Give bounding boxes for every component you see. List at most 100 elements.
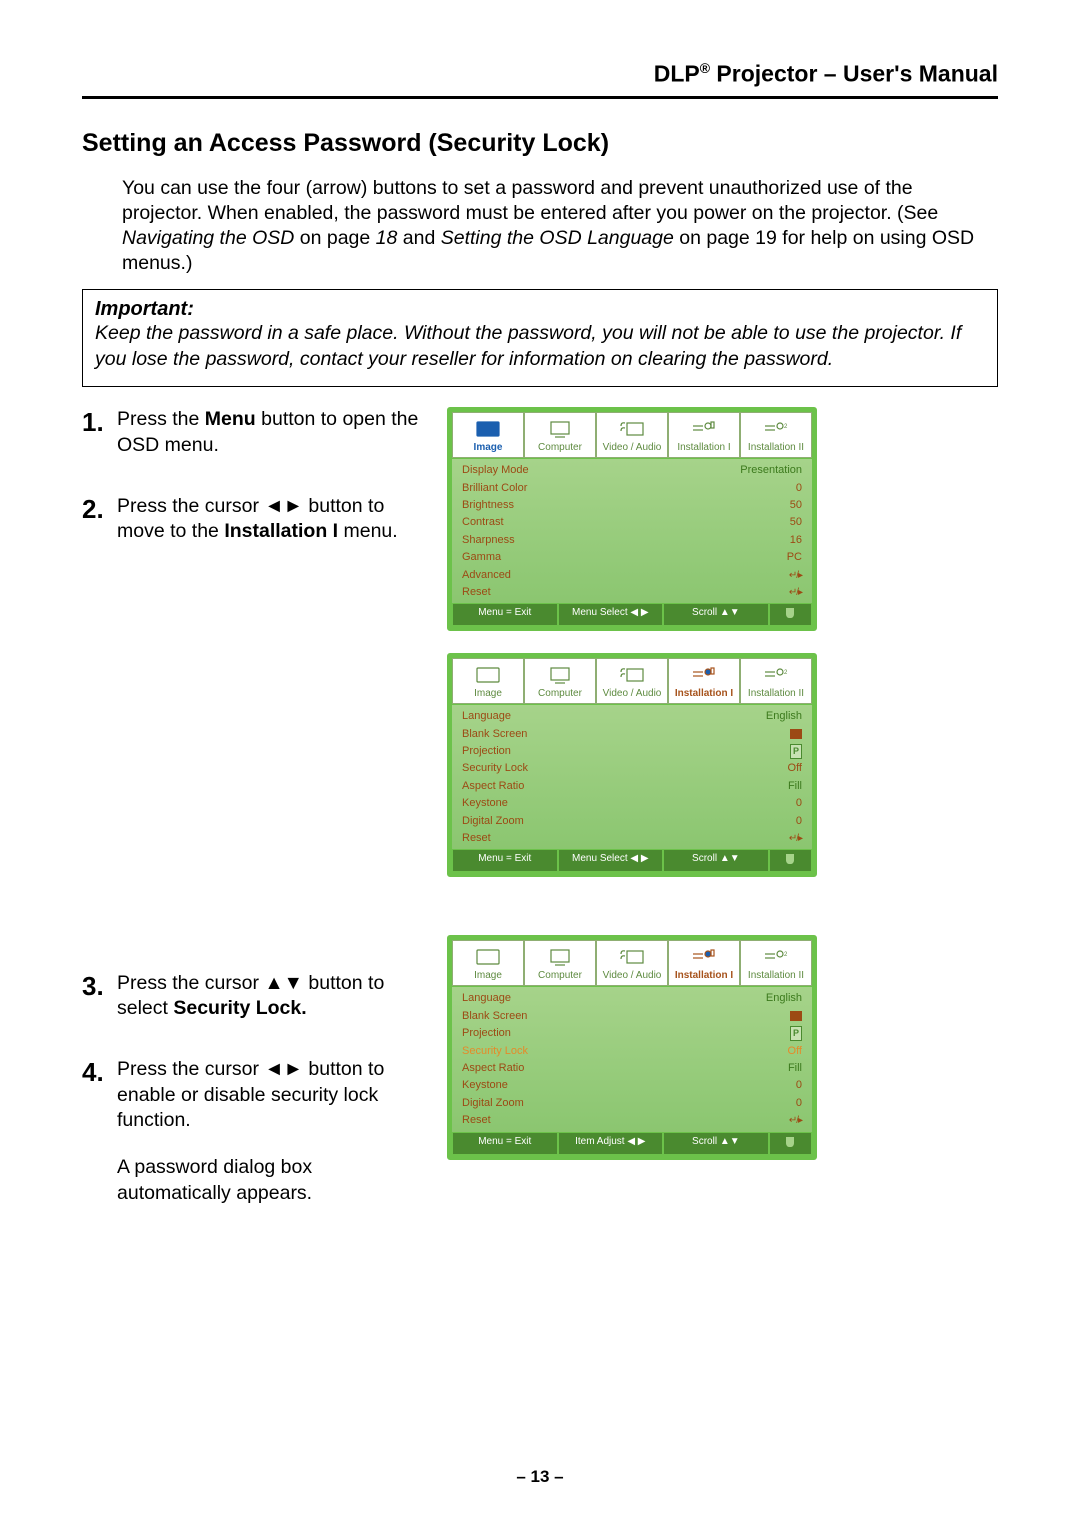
osd-row: LanguageEnglish bbox=[452, 708, 812, 725]
enter-icon: ↵/▸ bbox=[789, 570, 802, 581]
computer-icon bbox=[525, 945, 595, 969]
steps-column: 1 Press the Menu button to open the OSD … bbox=[82, 407, 427, 1226]
video-audio-icon bbox=[597, 945, 667, 969]
osd-row-label: Language bbox=[462, 991, 511, 1006]
osd-row-label: Sharpness bbox=[462, 533, 515, 548]
osd-tab-video-audio: Video / Audio bbox=[596, 940, 668, 986]
osd-row-value: ↵/▸ bbox=[789, 1113, 802, 1128]
osd-row-label: Aspect Ratio bbox=[462, 1061, 524, 1076]
osd-tab-label: Computer bbox=[525, 969, 595, 983]
step-text-b: Menu bbox=[205, 408, 256, 430]
blank-color-swatch bbox=[790, 1011, 802, 1021]
install1-icon bbox=[669, 945, 739, 969]
page-number: – 13 – bbox=[0, 1467, 1080, 1487]
osd-tab-installation-1: Installation I bbox=[668, 412, 740, 458]
step-text-b: Security Lock bbox=[173, 997, 306, 1019]
osd-footer-help bbox=[769, 603, 812, 626]
projection-mode-icon: P bbox=[790, 744, 802, 759]
osd-row: Gamma PC bbox=[452, 549, 812, 566]
osd-body: LanguageEnglishBlank ScreenProjectionPSe… bbox=[452, 705, 812, 849]
install2-icon: 2 bbox=[741, 417, 811, 441]
osd-row: Contrast50 bbox=[452, 514, 812, 531]
osd-tab-label: Computer bbox=[525, 687, 595, 701]
enter-icon: ↵/▸ bbox=[789, 1115, 802, 1126]
osd-tab-label: Video / Audio bbox=[597, 687, 667, 701]
step-text: Press the cursor ◄► button to enable or … bbox=[117, 1057, 427, 1206]
osd-row: Reset↵/▸ bbox=[452, 830, 812, 847]
osd-row: Display ModePresentation bbox=[452, 462, 812, 479]
osd-row-value: P bbox=[790, 1026, 802, 1041]
step-number: 4 bbox=[82, 1057, 117, 1206]
osd-body: Display ModePresentation Brilliant Color 0… bbox=[452, 459, 812, 603]
step-text-a: Press the cursor ◄► button to enable or … bbox=[117, 1058, 384, 1131]
page-header: DLP® Projector – User's Manual bbox=[82, 60, 998, 99]
osd-tab-label: Installation I bbox=[669, 969, 739, 983]
osd-footer: Menu = Exit Item Adjust ◀ ▶ Scroll ▲▼ bbox=[452, 1132, 812, 1155]
osd-row-label: Projection bbox=[462, 1026, 511, 1041]
osd-row-value: Presentation bbox=[740, 463, 802, 478]
osd-tab-image: Image bbox=[452, 658, 524, 704]
osd-row-value: 0 bbox=[796, 481, 802, 496]
intro-part1: You can use the four (arrow) buttons to … bbox=[122, 177, 938, 224]
step-text: Press the cursor ▲▼ button to select Sec… bbox=[117, 971, 427, 1022]
osd-screenshot-image-menu: Image Computer Video / Audio Installatio… bbox=[447, 407, 817, 631]
osd-tab-label: Image bbox=[453, 969, 523, 983]
osd-tab-label: Computer bbox=[525, 441, 595, 455]
osd-tab-label: Installation II bbox=[741, 969, 811, 983]
svg-text:2: 2 bbox=[784, 424, 788, 430]
screenshots-column: Image Computer Video / Audio Installatio… bbox=[447, 407, 998, 1226]
osd-row-value: PC bbox=[787, 550, 802, 565]
video-audio-icon bbox=[597, 663, 667, 687]
step-text-extra: A password dialog box automatically appe… bbox=[117, 1156, 312, 1203]
osd-tab-label: Video / Audio bbox=[597, 441, 667, 455]
osd-row-label: Reset bbox=[462, 1113, 491, 1128]
header-prefix: DLP bbox=[654, 61, 700, 87]
osd-row-value: 0 bbox=[796, 1078, 802, 1093]
osd-row-label: Keystone bbox=[462, 1078, 508, 1093]
osd-tab-computer: Computer bbox=[524, 412, 596, 458]
osd-tab-image: Image bbox=[452, 940, 524, 986]
osd-tabs: Image Computer Video / Audio Installatio… bbox=[452, 658, 812, 705]
osd-tab-video-audio: Video / Audio bbox=[596, 412, 668, 458]
intro-part3: and bbox=[397, 227, 440, 249]
osd-tab-label: Image bbox=[453, 687, 523, 701]
install2-icon: 2 bbox=[741, 945, 811, 969]
osd-row: Brilliant Color 0 bbox=[452, 480, 812, 497]
install2-icon: 2 bbox=[741, 663, 811, 687]
osd-row-value: Fill bbox=[788, 1061, 802, 1076]
osd-tab-label: Installation II bbox=[741, 687, 811, 701]
osd-row-label: Brilliant Color bbox=[462, 481, 527, 496]
osd-tab-computer: Computer bbox=[524, 658, 596, 704]
osd-row-label: Language bbox=[462, 709, 511, 724]
osd-tab-installation-1: Installation I bbox=[668, 658, 740, 704]
osd-row-value: 0 bbox=[796, 796, 802, 811]
projection-mode-icon: P bbox=[790, 1026, 802, 1041]
osd-row: Digital Zoom0 bbox=[452, 1095, 812, 1112]
enter-icon: ↵/▸ bbox=[789, 833, 802, 844]
osd-row-label: Contrast bbox=[462, 515, 504, 530]
osd-row: Digital Zoom0 bbox=[452, 813, 812, 830]
osd-row-value: 16 bbox=[790, 533, 802, 548]
step-number: 1 bbox=[82, 407, 117, 458]
osd-row-label: Gamma bbox=[462, 550, 501, 565]
osd-tabs: Image Computer Video / Audio Installatio… bbox=[452, 412, 812, 459]
install1-icon bbox=[669, 417, 739, 441]
important-label: Important: bbox=[95, 298, 985, 321]
osd-tab-video-audio: Video / Audio bbox=[596, 658, 668, 704]
osd-row: Blank Screen bbox=[452, 1008, 812, 1025]
osd-row-value: ↵/▸ bbox=[789, 568, 802, 583]
osd-footer-scroll: Scroll ▲▼ bbox=[663, 849, 769, 872]
step-number: 3 bbox=[82, 971, 117, 1022]
osd-row-label: Security Lock bbox=[462, 761, 528, 776]
osd-row-value: English bbox=[766, 991, 802, 1006]
image-icon bbox=[453, 417, 523, 441]
manual-page: DLP® Projector – User's Manual Setting a… bbox=[0, 0, 1080, 1527]
osd-screenshot-security-lock-selected: Image Computer Video / Audio Installatio… bbox=[447, 935, 817, 1159]
step-text: Press the cursor ◄► button to move to th… bbox=[117, 494, 427, 545]
osd-row: Brightness50 bbox=[452, 497, 812, 514]
osd-row-value: ↵/▸ bbox=[789, 585, 802, 600]
step-3: 3 Press the cursor ▲▼ button to select S… bbox=[82, 971, 427, 1022]
important-box: Important: Keep the password in a safe p… bbox=[82, 289, 998, 387]
enter-icon: ↵/▸ bbox=[789, 587, 802, 598]
osd-row: Projection P bbox=[452, 1025, 812, 1042]
